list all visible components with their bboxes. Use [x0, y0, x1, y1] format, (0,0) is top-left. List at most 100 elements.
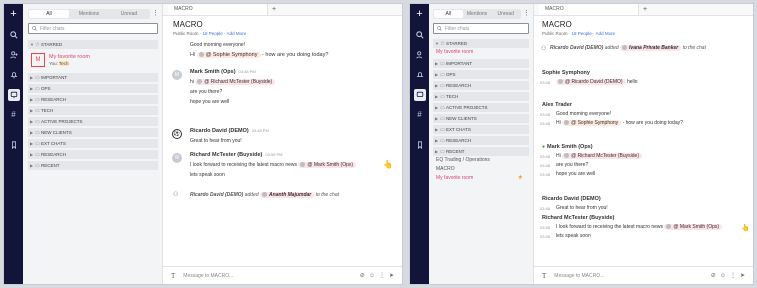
- more-options-icon[interactable]: ⋮: [523, 10, 530, 18]
- add-more-link[interactable]: Add More: [227, 31, 247, 36]
- people-link[interactable]: 18 People: [203, 31, 223, 36]
- chat-list-sidebar: All Mentions Unread ⋮ Filter chats ▼ ☆ STA…: [429, 4, 534, 284]
- section-item[interactable]: ▶ ▭ RECENT: [28, 161, 158, 170]
- section-item[interactable]: ▶ ▭ NEW CLIENTS: [433, 114, 529, 123]
- bookmark-icon[interactable]: [414, 139, 426, 151]
- recent-item[interactable]: MACRO: [433, 165, 529, 174]
- tab-all[interactable]: All: [29, 9, 69, 18]
- sender-name[interactable]: Richard McTester (Buyside): [542, 215, 614, 221]
- section-item[interactable]: ▶ ▭ RESEARCH: [433, 136, 529, 145]
- add-tab-icon[interactable]: +: [643, 6, 647, 13]
- section-starred[interactable]: ▼ ☆ STARRED: [433, 39, 529, 48]
- recent-item[interactable]: EQ Trading / Operations: [433, 156, 529, 165]
- favorite-room-item[interactable]: My favorite room: [433, 48, 529, 57]
- text-format-icon[interactable]: T: [542, 272, 546, 280]
- message-time: 03:48: [540, 154, 551, 159]
- search-icon[interactable]: [414, 29, 426, 41]
- more-options-icon[interactable]: ⋮: [152, 10, 159, 18]
- bookmark-icon[interactable]: [8, 139, 20, 151]
- message-text: 03:48 @ Ricardo David (DEMO) hello: [540, 79, 638, 85]
- user-add-icon: ⚇: [541, 46, 547, 52]
- new-chat-plus-icon[interactable]: +: [8, 8, 20, 20]
- emoji-icon[interactable]: ☺: [369, 273, 375, 279]
- section-item[interactable]: ▶ ▭ IMPORTANT: [28, 73, 158, 82]
- mention-chip[interactable]: @ Mark Smith (Ops): [298, 162, 357, 168]
- bell-icon[interactable]: [414, 69, 426, 81]
- text-format-icon[interactable]: T: [171, 272, 175, 280]
- section-item[interactable]: ▶ ▭ NEW CLIENTS: [28, 128, 158, 137]
- message-input[interactable]: Message to MACRO...: [554, 273, 707, 279]
- people-link[interactable]: 18 People: [572, 31, 592, 36]
- thumbs-up-icon[interactable]: 👆: [383, 160, 393, 169]
- section-item[interactable]: ▶ ▭ RESEARCH: [28, 150, 158, 159]
- tab-mentions[interactable]: Mentions: [69, 10, 109, 18]
- filter-chats-input[interactable]: Filter chats: [433, 23, 529, 34]
- system-actor[interactable]: Ricardo David (DEMO): [190, 192, 243, 198]
- tab-unread[interactable]: Unread: [491, 10, 520, 18]
- tab-unread[interactable]: Unread: [109, 10, 149, 18]
- section-item[interactable]: ▶ ▭ OPS: [28, 84, 158, 93]
- tab-mentions[interactable]: Mentions: [463, 10, 492, 18]
- mention-chip[interactable]: @ Richard McTester (Buyside): [195, 79, 276, 85]
- contacts-icon[interactable]: [8, 49, 20, 61]
- sender-name[interactable]: Richard McTester (Buyside) 03:55 PM: [190, 152, 398, 158]
- message-body: Great to hear from you!: [556, 205, 608, 211]
- attach-icon[interactable]: ⊘: [711, 272, 716, 279]
- section-item[interactable]: ▶ ▭ RECENT: [433, 147, 529, 156]
- more-icon[interactable]: ⋮: [379, 272, 385, 279]
- section-item[interactable]: ▶ ▭ IMPORTANT: [433, 59, 529, 68]
- message-text: 03:48 are you there?: [540, 162, 588, 168]
- section-item[interactable]: ▶ ▭ EXT CHATS: [433, 125, 529, 134]
- tab-all[interactable]: All: [434, 9, 463, 18]
- bell-icon[interactable]: [8, 69, 20, 81]
- section-item[interactable]: ▶ ▭ ACTIVE PROJECTS: [433, 103, 529, 112]
- add-tab-icon[interactable]: +: [272, 6, 276, 13]
- sender-name[interactable]: ● Mark Smith (Ops): [542, 144, 593, 150]
- sender-name[interactable]: Alex Trader: [542, 102, 572, 108]
- chat-icon[interactable]: [7, 89, 20, 101]
- search-icon[interactable]: [8, 29, 20, 41]
- section-item[interactable]: ▶ ▭ OPS: [433, 70, 529, 79]
- mention-chip[interactable]: @ Sophie Symphony: [562, 120, 622, 126]
- thumbs-up-icon[interactable]: 👆: [741, 224, 750, 232]
- add-more-link[interactable]: Add More: [596, 31, 616, 36]
- section-item[interactable]: ▶ ▭ RESEARCH: [433, 81, 529, 90]
- recent-item[interactable]: My favorite room ★: [433, 174, 529, 183]
- hashtag-icon[interactable]: #: [414, 109, 426, 121]
- new-chat-plus-icon[interactable]: +: [414, 8, 426, 20]
- mention-chip[interactable]: Ivana Private Banker: [620, 45, 682, 51]
- hashtag-icon[interactable]: #: [8, 109, 20, 121]
- sender-name[interactable]: Ricardo David (DEMO): [542, 196, 601, 202]
- filter-chats-input[interactable]: Filter chats: [28, 23, 158, 34]
- mention-chip[interactable]: @ Ricardo David (DEMO): [556, 79, 626, 85]
- section-item[interactable]: ▶ ▭ TECH: [433, 92, 529, 101]
- sender-label: Richard McTester (Buyside): [190, 152, 263, 158]
- mention-chip[interactable]: @ Sophie Symphony: [196, 52, 261, 58]
- sender-name[interactable]: Ricardo David (DEMO) 03:48 PM: [190, 128, 398, 134]
- favorite-room-item[interactable]: M My favorite room You: Tech: [31, 53, 158, 67]
- chat-icon[interactable]: [413, 89, 426, 101]
- sender-name[interactable]: Sophie Symphony: [542, 70, 590, 76]
- message-text: Hi @ Sophie Symphony - how are you doing…: [190, 52, 398, 58]
- mention-chip[interactable]: Ananth Majumdar: [260, 192, 315, 198]
- send-icon[interactable]: ➤: [740, 272, 745, 279]
- system-actor[interactable]: Ricardo David (DEMO): [550, 45, 603, 51]
- mention-chip[interactable]: @ Mark Smith (Ops): [664, 224, 723, 230]
- send-icon[interactable]: ➤: [389, 272, 394, 279]
- tab-macro[interactable]: MACRO: [539, 4, 639, 15]
- message-text: 03:48 Good morning everyone!: [540, 111, 611, 117]
- mention-chip[interactable]: @ Richard McTester (Buyside): [562, 153, 642, 159]
- section-item[interactable]: ▶ ▭ RESEARCH: [28, 95, 158, 104]
- tab-macro[interactable]: MACRO: [168, 4, 268, 15]
- section-item[interactable]: ▶ ▭ EXT CHATS: [28, 139, 158, 148]
- section-item[interactable]: ▶ ▭ ACTIVE PROJECTS: [28, 117, 158, 126]
- sender-name[interactable]: Mark Smith (Ops) 03:48 PM: [190, 69, 398, 75]
- attach-icon[interactable]: ⊘: [360, 272, 365, 279]
- emoji-icon[interactable]: ☺: [720, 273, 726, 279]
- message-input[interactable]: Message to MACRO...: [183, 273, 356, 279]
- section-label: ACTIVE PROJECTS: [41, 119, 83, 124]
- contacts-icon[interactable]: [414, 49, 426, 61]
- section-item[interactable]: ▶ ▭ TECH: [28, 106, 158, 115]
- section-starred[interactable]: ▼ ☆ STARRED: [28, 40, 158, 49]
- more-icon[interactable]: ⋮: [730, 272, 736, 279]
